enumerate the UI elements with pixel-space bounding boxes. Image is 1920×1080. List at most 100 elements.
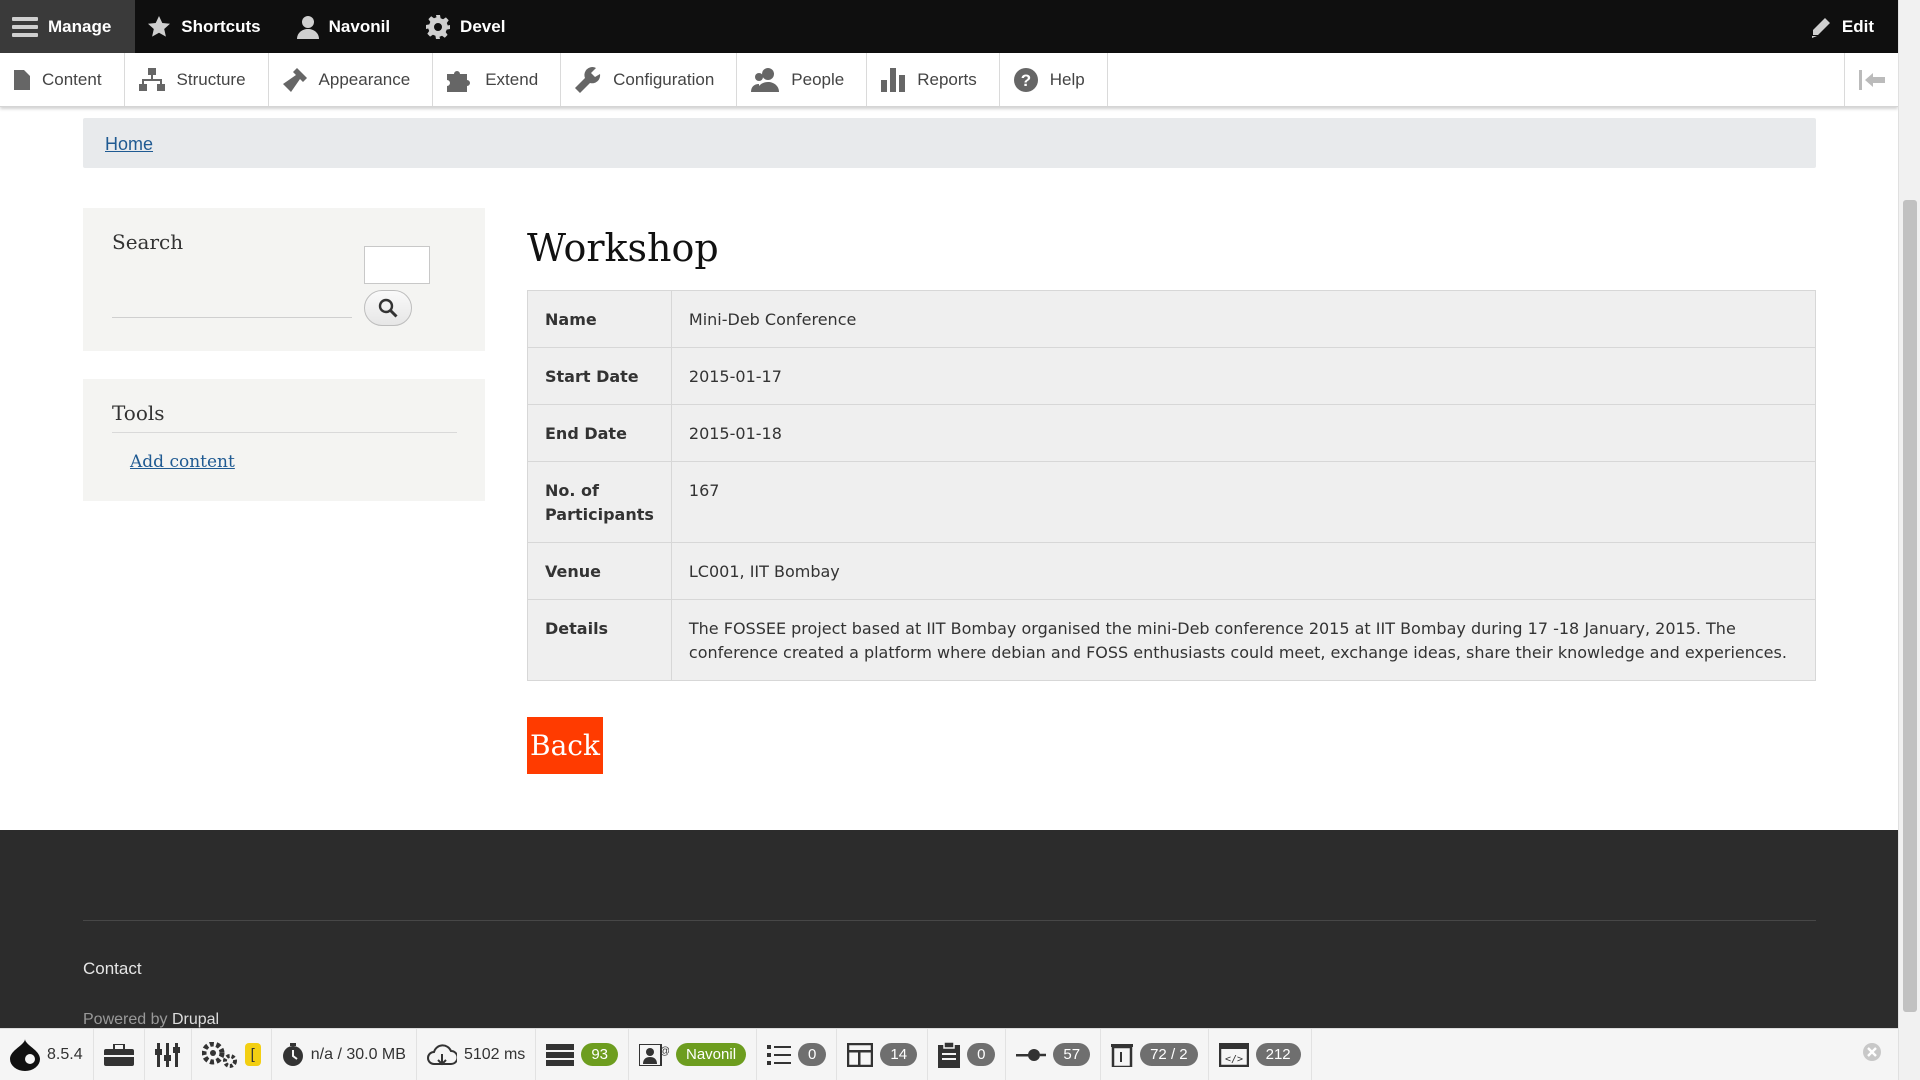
events-badge: 57: [1053, 1043, 1091, 1066]
drupal-link[interactable]: Drupal: [172, 1011, 219, 1028]
hamburger-icon: [12, 16, 38, 37]
back-button[interactable]: Back: [527, 717, 603, 774]
tray-item-label: Content: [42, 69, 102, 89]
admin-toolbar: Manage Shortcuts Navonil Devel Edit: [0, 0, 1898, 53]
devel-user[interactable]: @ Navonil: [629, 1028, 758, 1080]
row-label: Details: [527, 599, 672, 681]
tray-orientation-toggle[interactable]: [1844, 53, 1898, 106]
search-underline: [112, 317, 352, 318]
devel-cache[interactable]: 72 / 2: [1101, 1028, 1209, 1080]
devel-tab[interactable]: Devel: [414, 0, 529, 53]
clipboard-icon: [938, 1041, 961, 1068]
table-row: No. of Participants 167: [527, 461, 1816, 543]
layout-icon: [847, 1042, 874, 1067]
search-button[interactable]: [364, 290, 412, 326]
contact-link[interactable]: Contact: [83, 959, 142, 979]
devel-events[interactable]: 57: [1006, 1028, 1102, 1080]
gear-icon: [426, 14, 451, 39]
tray-item-label: Appearance: [318, 69, 411, 89]
svg-text:?: ?: [1021, 71, 1031, 90]
tray-item-appearance[interactable]: Appearance: [269, 53, 434, 106]
user-tab[interactable]: Navonil: [285, 0, 414, 53]
devel-config[interactable]: [: [192, 1028, 272, 1080]
scrollbar-thumb[interactable]: [1903, 200, 1917, 1012]
people-icon: [751, 67, 780, 92]
close-icon: [1863, 1042, 1881, 1061]
devel-theme[interactable]: </> 212: [1209, 1028, 1312, 1080]
pencil-icon: [1811, 17, 1830, 38]
page-scrollbar[interactable]: [1898, 0, 1920, 1080]
search-block-title: Search: [112, 230, 184, 254]
devel-timeline[interactable]: [145, 1028, 192, 1080]
requests-badge: 0: [798, 1043, 827, 1066]
breadcrumb-home-link[interactable]: Home: [105, 134, 153, 155]
user-badge: Navonil: [676, 1043, 747, 1066]
table-row: Details The FOSSEE project based at IIT …: [527, 599, 1816, 681]
tray-item-content[interactable]: Content: [0, 53, 125, 106]
tray-item-people[interactable]: People: [737, 53, 868, 106]
search-input[interactable]: [364, 246, 430, 284]
tray-item-extend[interactable]: Extend: [433, 53, 562, 106]
row-value: 2015-01-18: [671, 404, 1816, 462]
shortcuts-tab[interactable]: Shortcuts: [135, 0, 284, 53]
row-label: Start Date: [527, 347, 672, 405]
config-status-badge: [: [244, 1043, 261, 1066]
row-label: Venue: [527, 542, 672, 600]
devel-toolbar-close[interactable]: [1846, 1042, 1898, 1068]
devel-toolbar: 8.5.4 [ n/a / 30.0 MB 5102 ms 93 @ Navon…: [0, 1028, 1898, 1080]
drupal-version[interactable]: 8.5.4: [0, 1028, 94, 1080]
edit-label: Edit: [1841, 16, 1874, 36]
tray-item-reports[interactable]: Reports: [867, 53, 1000, 106]
toolbox-icon: [103, 1043, 134, 1066]
database-icon: [546, 1043, 575, 1066]
shortcuts-label: Shortcuts: [181, 16, 261, 36]
devel-memory[interactable]: n/a / 30.0 MB: [272, 1028, 417, 1080]
row-label: Name: [527, 290, 672, 348]
svg-text:</>: </>: [1225, 1054, 1243, 1065]
brush-icon: [282, 67, 307, 92]
sitemap-icon: [138, 67, 165, 91]
sliders-icon: [154, 1042, 180, 1067]
tools-block: Tools Add content: [83, 379, 485, 501]
devel-request[interactable]: 0: [757, 1028, 838, 1080]
event-arrow-icon: [1016, 1048, 1047, 1061]
devel-time[interactable]: 5102 ms: [417, 1028, 537, 1080]
manage-label: Manage: [48, 16, 112, 36]
page-title: Workshop: [527, 226, 719, 270]
stopwatch-icon: [282, 1042, 303, 1066]
manage-tab[interactable]: Manage: [0, 0, 136, 53]
tray-item-label: Extend: [485, 69, 539, 89]
wrench-icon: [575, 66, 601, 93]
row-label: End Date: [527, 404, 672, 462]
edit-tab[interactable]: Edit: [1798, 0, 1898, 53]
row-value: LC001, IIT Bombay: [671, 542, 1816, 600]
tray-item-label: Structure: [176, 69, 246, 89]
table-row: End Date 2015-01-18: [527, 404, 1816, 462]
workshop-details-table: Name Mini-Deb Conference Start Date 2015…: [527, 290, 1816, 681]
devel-label: Devel: [460, 16, 506, 36]
bar-chart-icon: [881, 67, 906, 92]
list-icon: [767, 1044, 792, 1065]
table-row: Start Date 2015-01-17: [527, 347, 1816, 405]
tray-item-help[interactable]: ? Help: [1000, 53, 1108, 106]
powered-by-prefix: Powered by: [83, 1011, 168, 1028]
tray-item-structure[interactable]: Structure: [125, 53, 269, 106]
add-content-link[interactable]: Add content: [130, 452, 235, 472]
code-window-icon: </>: [1218, 1042, 1249, 1067]
table-row: Venue LC001, IIT Bombay: [527, 542, 1816, 600]
time-label: 5102 ms: [463, 1045, 526, 1063]
db-queries-badge: 93: [581, 1043, 618, 1066]
tray-item-configuration[interactable]: Configuration: [561, 53, 738, 106]
footer-divider: [83, 920, 1816, 921]
blocks-badge: 14: [880, 1043, 918, 1066]
devel-blocks[interactable]: 14: [837, 1028, 929, 1080]
devel-site-info[interactable]: [94, 1028, 145, 1080]
tray-item-label: Help: [1049, 69, 1085, 89]
tools-divider: [112, 432, 457, 433]
tray-item-label: People: [791, 69, 845, 89]
theme-badge: 212: [1255, 1043, 1301, 1066]
user-card-icon: @: [639, 1043, 669, 1066]
devel-forms[interactable]: 0: [928, 1028, 1007, 1080]
devel-database[interactable]: 93: [536, 1028, 629, 1080]
trash-bin-icon: [1111, 1043, 1134, 1067]
